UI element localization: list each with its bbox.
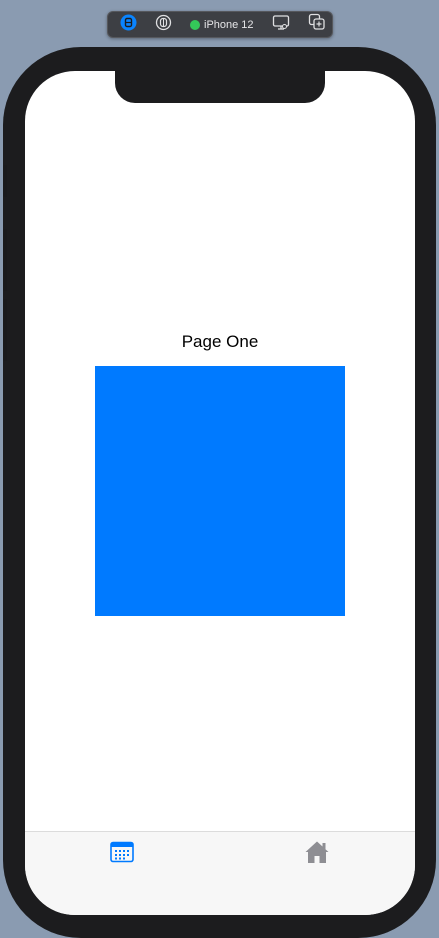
tab-bar bbox=[25, 831, 415, 915]
device-settings-button[interactable] bbox=[268, 14, 294, 36]
inspect-button[interactable] bbox=[151, 14, 176, 36]
mute-switch bbox=[3, 165, 7, 197]
device-name-label: iPhone 12 bbox=[204, 18, 254, 31]
duplicate-preview-icon bbox=[308, 13, 326, 36]
device-selector[interactable]: iPhone 12 bbox=[186, 15, 258, 34]
tab-calendar[interactable] bbox=[108, 840, 136, 868]
device-settings-icon bbox=[272, 14, 290, 36]
duplicate-preview-button[interactable] bbox=[304, 13, 330, 36]
inspect-icon bbox=[155, 14, 172, 36]
phone-screen: Page One bbox=[25, 71, 415, 915]
blue-square bbox=[95, 366, 345, 616]
live-preview-button[interactable] bbox=[116, 14, 141, 36]
status-dot bbox=[190, 19, 200, 30]
page-title: Page One bbox=[181, 332, 259, 351]
tab-home[interactable] bbox=[303, 840, 331, 868]
volume-down-button bbox=[3, 299, 7, 361]
preview-toolbar: iPhone 12 bbox=[107, 11, 333, 38]
calendar-icon bbox=[110, 841, 134, 868]
notch bbox=[115, 71, 325, 103]
house-icon bbox=[304, 840, 330, 869]
volume-up-button bbox=[3, 229, 7, 291]
live-preview-icon bbox=[120, 14, 137, 36]
